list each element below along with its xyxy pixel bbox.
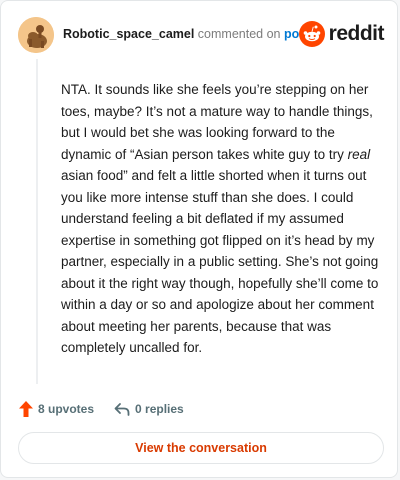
comment-text-part1: NTA. It sounds like she feels you’re ste… bbox=[61, 82, 373, 162]
comment-actions: 8 upvotes 0 replies bbox=[19, 399, 204, 419]
reply-count: 0 replies bbox=[135, 402, 184, 416]
comment-paragraph: NTA. It sounds like she feels you’re ste… bbox=[61, 79, 379, 359]
avatar[interactable] bbox=[18, 17, 54, 53]
reddit-wordmark: reddit bbox=[328, 22, 385, 45]
view-conversation-button[interactable]: View the conversation bbox=[18, 432, 384, 464]
reddit-snoo-icon bbox=[298, 21, 325, 47]
comment-text-part2: asian food” and felt a little shorted wh… bbox=[61, 168, 379, 355]
upvote-button[interactable]: 8 upvotes bbox=[19, 401, 94, 417]
reply-arrow-icon bbox=[114, 403, 130, 416]
upvote-arrow-icon bbox=[19, 401, 33, 417]
username-link[interactable]: Robotic_space_camel bbox=[63, 27, 194, 41]
thread-line bbox=[36, 59, 38, 384]
replies-button[interactable]: 0 replies bbox=[114, 402, 184, 416]
reddit-logo[interactable]: reddit bbox=[298, 20, 385, 48]
comment-header: Robotic_space_camel commented on post re… bbox=[18, 17, 385, 53]
upvote-count: 8 upvotes bbox=[38, 402, 95, 416]
action-text: commented on bbox=[197, 27, 281, 41]
comment-body: NTA. It sounds like she feels you’re ste… bbox=[61, 79, 379, 359]
comment-card: Robotic_space_camel commented on post re… bbox=[0, 0, 398, 478]
comment-emphasis: real bbox=[347, 146, 371, 162]
avatar-icon bbox=[18, 17, 54, 53]
comment-meta: Robotic_space_camel commented on post bbox=[63, 27, 310, 41]
